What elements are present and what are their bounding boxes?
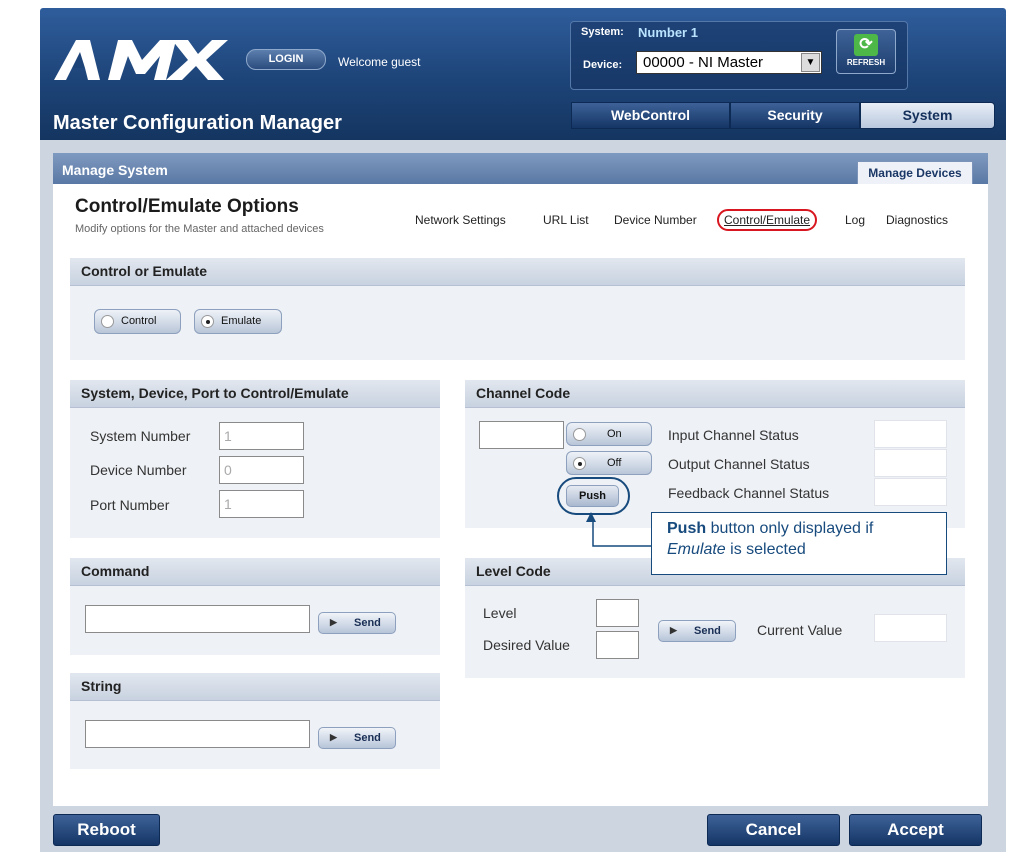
section-heading: Channel Code xyxy=(465,380,965,408)
string-input[interactable] xyxy=(85,720,310,748)
level-send-button[interactable]: ▶ Send xyxy=(658,620,736,642)
current-value-box xyxy=(874,614,947,642)
play-icon: ▶ xyxy=(330,732,337,742)
link-network-settings[interactable]: Network Settings xyxy=(415,213,506,227)
feedback-channel-status-value xyxy=(874,478,947,506)
device-label: Device: xyxy=(583,59,623,71)
radio-label: Control xyxy=(121,315,157,327)
radio-selected-icon xyxy=(573,457,586,470)
desired-value-label: Desired Value xyxy=(483,637,570,653)
input-channel-status-value xyxy=(874,420,947,448)
level-label: Level xyxy=(483,605,517,621)
device-select-value: 00000 - NI Master xyxy=(643,54,764,71)
command-send-button[interactable]: ▶ Send xyxy=(318,612,396,634)
port-number-input[interactable]: 1 xyxy=(219,490,304,518)
link-device-number[interactable]: Device Number xyxy=(614,213,697,227)
send-label: Send xyxy=(354,617,381,629)
app-title: Master Configuration Manager xyxy=(53,112,342,134)
chevron-down-icon[interactable]: ▼ xyxy=(801,53,820,72)
push-callout-note: Push button only displayed if Emulate is… xyxy=(651,512,947,575)
system-value: Number 1 xyxy=(638,25,698,40)
push-highlight-ring xyxy=(557,477,630,515)
panel-header xyxy=(53,153,988,184)
radio-label: Off xyxy=(607,457,622,469)
section-heading: System, Device, Port to Control/Emulate xyxy=(70,380,440,408)
system-label: System: xyxy=(581,26,624,38)
string-send-button[interactable]: ▶ Send xyxy=(318,727,396,749)
send-label: Send xyxy=(694,625,721,637)
device-select[interactable]: 00000 - NI Master ▼ xyxy=(636,51,822,74)
current-value-label: Current Value xyxy=(757,622,843,638)
channel-on-radio[interactable]: On xyxy=(566,422,652,446)
section-heading: Control or Emulate xyxy=(70,258,965,286)
radio-icon xyxy=(573,428,586,441)
tab-system[interactable]: System xyxy=(860,102,995,129)
page-subtitle: Modify options for the Master and attach… xyxy=(75,223,324,235)
emulate-radio[interactable]: Emulate xyxy=(194,309,282,334)
input-channel-status-label: Input Channel Status xyxy=(668,427,799,443)
send-label: Send xyxy=(354,732,381,744)
refresh-icon: ⟳ xyxy=(854,34,878,56)
login-button[interactable]: LOGIN xyxy=(246,49,326,70)
panel-title: Manage System xyxy=(62,162,168,178)
tab-manage-devices[interactable]: Manage Devices xyxy=(857,161,973,184)
output-channel-status-value xyxy=(874,449,947,477)
section-heading: Command xyxy=(70,558,440,586)
level-input[interactable] xyxy=(596,599,639,627)
port-number-label: Port Number xyxy=(90,497,170,513)
link-url-list[interactable]: URL List xyxy=(543,213,589,227)
reboot-button[interactable]: Reboot xyxy=(53,814,160,846)
system-number-label: System Number xyxy=(90,428,191,444)
link-log[interactable]: Log xyxy=(845,213,865,227)
top-tabs: WebControl Security System xyxy=(571,102,995,129)
callout-text1: button only displayed if xyxy=(706,520,874,537)
device-number-input[interactable]: 0 xyxy=(219,456,304,484)
amx-logo xyxy=(54,40,228,80)
link-diagnostics[interactable]: Diagnostics xyxy=(886,213,948,227)
radio-label: Emulate xyxy=(221,315,262,327)
cancel-button[interactable]: Cancel xyxy=(707,814,840,846)
link-control-emulate[interactable]: Control/Emulate xyxy=(717,209,818,231)
control-radio[interactable]: Control xyxy=(94,309,181,334)
radio-selected-icon xyxy=(201,315,214,328)
callout-text2: is selected xyxy=(725,541,806,558)
section-heading: String xyxy=(70,673,440,701)
device-number-label: Device Number xyxy=(90,462,187,478)
callout-bold: Push xyxy=(667,520,707,537)
play-icon: ▶ xyxy=(670,625,677,635)
feedback-channel-status-label: Feedback Channel Status xyxy=(668,485,830,501)
radio-icon xyxy=(101,315,114,328)
page-title: Control/Emulate Options xyxy=(75,196,299,217)
command-input[interactable] xyxy=(85,605,310,633)
channel-input[interactable] xyxy=(479,421,564,449)
play-icon: ▶ xyxy=(330,617,337,627)
channel-off-radio[interactable]: Off xyxy=(566,451,652,475)
output-channel-status-label: Output Channel Status xyxy=(668,456,810,472)
tab-security[interactable]: Security xyxy=(730,102,860,129)
desired-value-input[interactable] xyxy=(596,631,639,659)
refresh-label: REFRESH xyxy=(846,58,886,67)
system-number-input[interactable]: 1 xyxy=(219,422,304,450)
tab-webcontrol[interactable]: WebControl xyxy=(571,102,730,129)
radio-label: On xyxy=(607,428,622,440)
accept-button[interactable]: Accept xyxy=(849,814,982,846)
welcome-text: Welcome guest xyxy=(338,55,421,69)
callout-italic: Emulate xyxy=(667,541,726,558)
callout-arrow xyxy=(586,512,651,547)
refresh-button[interactable]: ⟳ REFRESH xyxy=(836,29,896,74)
